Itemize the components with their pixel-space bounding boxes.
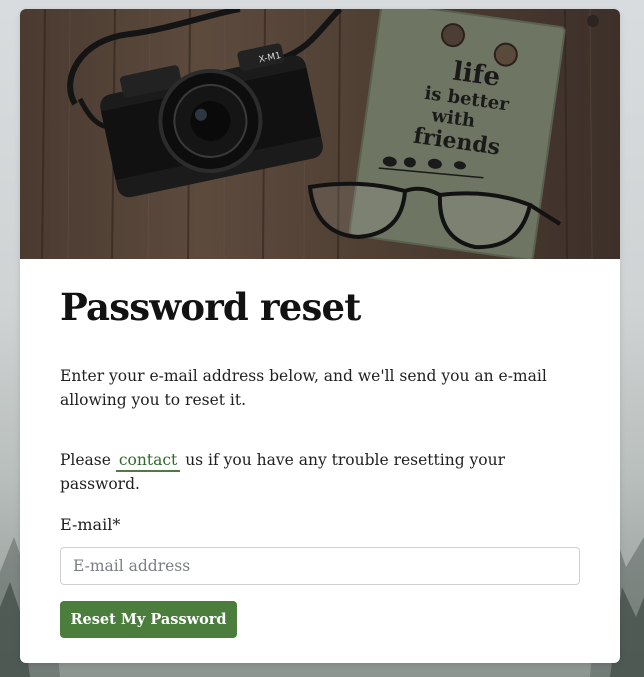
help-text: Please contact us if you have any troubl…: [60, 448, 580, 496]
help-prefix: Please: [60, 451, 111, 469]
instructions-text: Enter your e-mail address below, and we'…: [60, 367, 547, 409]
email-label: E-mail*: [60, 515, 121, 534]
email-field[interactable]: [60, 547, 580, 585]
hero-image: X-M1 life is better with friends: [20, 9, 620, 259]
reset-password-button[interactable]: Reset My Password: [60, 601, 237, 638]
password-reset-card: X-M1 life is better with friends Passwor…: [20, 9, 620, 663]
page-title: Password reset: [60, 285, 361, 329]
contact-link[interactable]: contact: [115, 451, 181, 472]
